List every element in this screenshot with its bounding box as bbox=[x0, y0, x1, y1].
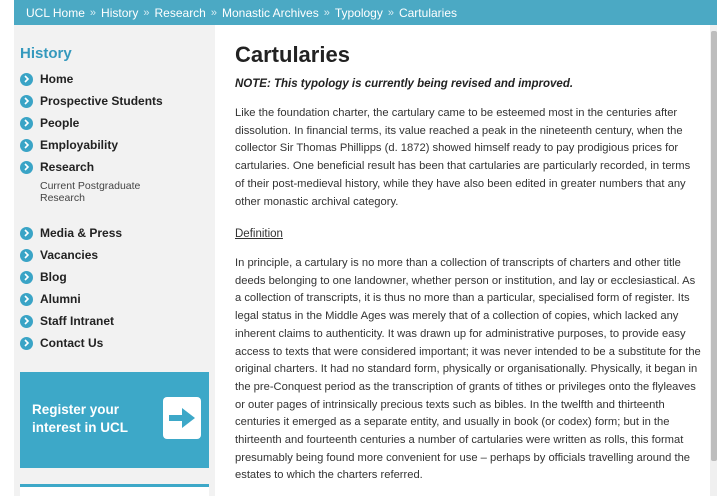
page-title: Cartularies bbox=[235, 42, 350, 67]
breadcrumb-research[interactable]: Research bbox=[155, 6, 206, 20]
text-line: thirteenth and fourteenth centuries a nu… bbox=[235, 434, 684, 447]
vertical-scrollbar[interactable] bbox=[710, 25, 717, 496]
breadcrumb-typology[interactable]: Typology bbox=[335, 6, 383, 20]
sidebar-item-label: Vacancies bbox=[40, 248, 99, 262]
sidebar-item-label: Media & Press bbox=[40, 226, 123, 240]
sidebar-subitem-current-postgraduate-research[interactable]: Current Postgraduate Research bbox=[40, 180, 180, 204]
sidebar-bottom-box bbox=[20, 484, 209, 496]
chevron-right-icon bbox=[20, 138, 33, 152]
sidebar-item-people[interactable]: People bbox=[20, 114, 79, 132]
sidebar-item-label: People bbox=[40, 116, 80, 130]
chevron-right-icon bbox=[20, 160, 33, 174]
intro-paragraph: Like the foundation charter, the cartula… bbox=[235, 105, 717, 211]
chevron-right-icon bbox=[20, 336, 33, 350]
sidebar-item-contact-us[interactable]: Contact Us bbox=[20, 334, 103, 352]
chevron-right-icon bbox=[20, 226, 33, 240]
chevron-right-icon bbox=[20, 72, 33, 86]
text-line: deeds belonging to one landowner, whethe… bbox=[235, 274, 696, 287]
register-interest-banner[interactable]: Register your interest in UCL bbox=[20, 372, 209, 468]
revision-note: NOTE: This typology is currently being r… bbox=[235, 78, 574, 90]
sidebar-item-vacancies[interactable]: Vacancies bbox=[20, 246, 98, 264]
text-line: access to texts that were considered imp… bbox=[235, 345, 701, 358]
chevron-right-icon bbox=[20, 248, 33, 262]
chevron-right-icon bbox=[20, 94, 33, 108]
sidebar-item-label: Employability bbox=[40, 138, 119, 152]
sidebar-item-home[interactable]: Home bbox=[20, 70, 73, 88]
sidebar-item-media-press[interactable]: Media & Press bbox=[20, 224, 122, 242]
chevron-right-icon bbox=[20, 292, 33, 306]
sidebar-item-label: Prospective Students bbox=[40, 94, 163, 108]
text-line: estates to which the charters referred. bbox=[235, 469, 423, 482]
main-content: Cartularies NOTE: This typology is curre… bbox=[235, 25, 717, 496]
sidebar-item-alumni[interactable]: Alumni bbox=[20, 290, 81, 308]
scrollbar-thumb[interactable] bbox=[711, 31, 717, 461]
sidebar: History Home Prospective Students People… bbox=[14, 25, 215, 496]
text-line: or outer pages of intrinsically precious… bbox=[235, 398, 665, 411]
definition-paragraph: In principle, a cartulary is no more tha… bbox=[235, 255, 717, 485]
breadcrumb-separator-icon: » bbox=[143, 6, 150, 19]
text-line: presumably being found more convenient f… bbox=[235, 451, 691, 464]
chevron-right-icon bbox=[20, 270, 33, 284]
sidebar-item-staff-intranet[interactable]: Staff Intranet bbox=[20, 312, 114, 330]
sidebar-item-label: Research bbox=[40, 160, 95, 174]
text-line: original charters. It had no standard fo… bbox=[235, 363, 698, 376]
text-line: of their post-medieval history, while th… bbox=[235, 177, 686, 190]
text-line: Like the foundation charter, the cartula… bbox=[235, 107, 678, 119]
text-line: dissolution. In financial terms, its val… bbox=[235, 124, 683, 137]
sidebar-title[interactable]: History bbox=[20, 45, 72, 62]
breadcrumb-separator-icon: » bbox=[210, 6, 217, 19]
breadcrumb-current: Cartularies bbox=[398, 5, 457, 20]
text-line: cartularies. One beneficial result has b… bbox=[235, 160, 691, 173]
breadcrumb-separator-icon: » bbox=[89, 6, 97, 19]
breadcrumb: UCL Home » History » Research » Monastic… bbox=[14, 0, 717, 25]
register-interest-text: Register your interest in UCL bbox=[32, 402, 129, 435]
sidebar-item-prospective-students[interactable]: Prospective Students bbox=[20, 92, 163, 110]
text-line: collector Sir Thomas Phillipps (d. 1872)… bbox=[235, 142, 679, 155]
text-line: the pre-Conquest period as the transcrip… bbox=[235, 380, 696, 393]
sidebar-item-research[interactable]: Research bbox=[20, 158, 94, 176]
chevron-right-icon bbox=[20, 116, 33, 130]
text-line: other monastic archival category. bbox=[235, 195, 399, 208]
chevron-right-icon bbox=[20, 314, 33, 328]
sidebar-item-label: Home bbox=[40, 72, 74, 86]
definition-link[interactable]: Definition bbox=[235, 228, 283, 240]
sidebar-item-employability[interactable]: Employability bbox=[20, 136, 118, 154]
sidebar-item-label: Staff Intranet bbox=[40, 314, 115, 328]
text-line: centuries it emerged as a separate entit… bbox=[235, 416, 670, 429]
text-line: a collection of transcripts, it is thus … bbox=[235, 292, 690, 305]
breadcrumb-monastic-archives[interactable]: Monastic Archives bbox=[222, 6, 319, 20]
breadcrumb-separator-icon: » bbox=[323, 6, 330, 19]
breadcrumb-ucl-home[interactable]: UCL Home bbox=[26, 6, 85, 20]
text-line: legal status in the Middle Ages was mere… bbox=[235, 310, 679, 323]
text-line: In principle, a cartulary is no more tha… bbox=[235, 257, 681, 269]
arrow-right-icon bbox=[163, 397, 201, 439]
sidebar-item-label: Contact Us bbox=[40, 336, 104, 350]
sidebar-item-label: Alumni bbox=[40, 292, 81, 306]
sidebar-item-blog[interactable]: Blog bbox=[20, 268, 67, 286]
sidebar-item-label: Blog bbox=[40, 270, 67, 284]
text-line: inherent claims to authenticity. It was … bbox=[235, 327, 686, 340]
breadcrumb-separator-icon: » bbox=[387, 6, 394, 19]
breadcrumb-history[interactable]: History bbox=[101, 6, 138, 20]
